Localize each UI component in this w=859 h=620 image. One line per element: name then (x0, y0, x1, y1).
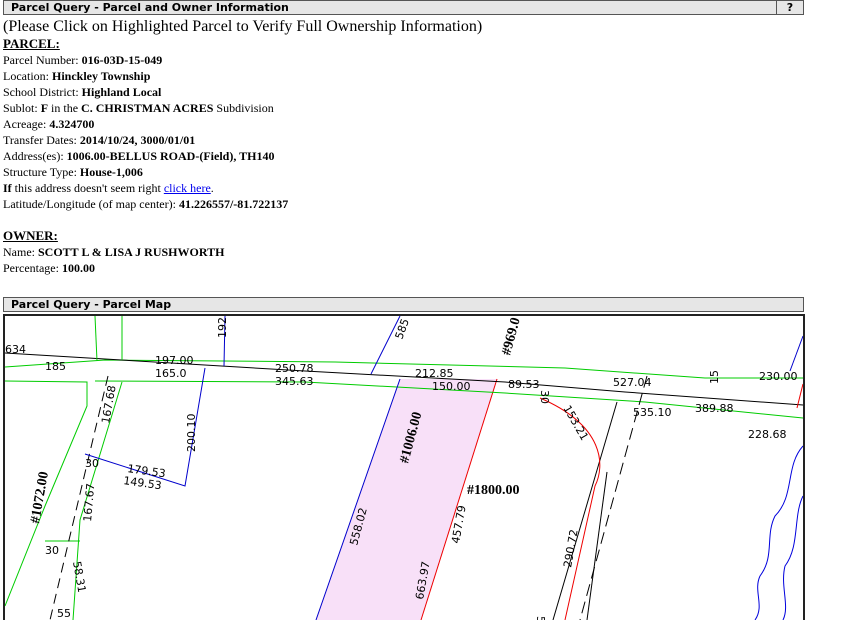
map-label: 200.10 (185, 414, 198, 453)
label: Percentage: (3, 261, 59, 275)
owner-name-value: SCOTT L & LISA J RUSHWORTH (38, 245, 225, 259)
acreage-value: 4.324700 (49, 117, 95, 131)
map-label: 212.85 (415, 367, 454, 380)
map-label: 197.00 (155, 354, 194, 367)
map-label: 150.00 (432, 380, 471, 393)
red-parcel-line (539, 397, 601, 620)
parcel-info-content: (Please Click on Highlighted Parcel to V… (3, 17, 803, 276)
map-label: 165.0 (155, 367, 187, 380)
map-label: 58.31 (70, 560, 88, 593)
transfer-dates-row: Transfer Dates: 2014/10/24, 3000/01/01 (3, 132, 803, 148)
percentage-row: Percentage: 100.00 (3, 260, 803, 276)
map-label: 230.00 (759, 370, 798, 383)
help-button[interactable]: ? (776, 0, 803, 15)
address-label: #1800.00 (467, 483, 520, 498)
sublot-row: Sublot: F in the C. CHRISTMAN ACRES Subd… (3, 100, 803, 116)
location-value: Hinckley Township (51, 69, 151, 83)
parcel-heading: PARCEL: (3, 36, 60, 51)
address-row: Address(es): 1006.00-BELLUS ROAD-(Field)… (3, 148, 803, 164)
subdivision-value: C. CHRISTMAN ACRES (81, 101, 214, 115)
transfer-dates-value: 2014/10/24, 3000/01/01 (79, 133, 196, 147)
school-district-value: Highland Local (81, 85, 162, 99)
school-district-row: School District: Highland Local (3, 84, 803, 100)
instruction-text: (Please Click on Highlighted Parcel to V… (3, 18, 483, 35)
map-label: 192 (216, 317, 229, 338)
parcel-map-canvas[interactable]: 634 185 197.00 165.0 192 250.78 345.63 5… (5, 316, 803, 620)
address-note-if: If (3, 181, 12, 195)
blue-parcel-line (789, 335, 803, 372)
map-label: 89.53 (508, 378, 540, 391)
map-label: 55 (57, 607, 71, 620)
address-note-end: . (210, 181, 214, 195)
map-label: 30 (45, 544, 59, 557)
label: Sublot: (3, 101, 38, 115)
map-label: 527.04 (613, 376, 652, 389)
water-line (782, 495, 803, 620)
latlon-value: 41.226557/-81.722137 (178, 197, 289, 211)
map-label: 30 (85, 457, 99, 470)
owner-heading: OWNER: (3, 228, 58, 243)
address-correction-link[interactable]: click here (164, 181, 211, 195)
address-label: #969.0 (499, 316, 523, 357)
parcel-map[interactable]: 634 185 197.00 165.0 192 250.78 345.63 5… (3, 314, 805, 620)
label: Transfer Dates: (3, 133, 77, 147)
percentage-value: 100.00 (61, 261, 95, 275)
parcel-number: 016-03D-15-049 (81, 53, 163, 67)
sublot-in: in the (51, 101, 79, 115)
subdivision-suffix: Subdivision (216, 101, 274, 115)
label: Parcel Number: (3, 53, 79, 67)
map-label: 167.68 (99, 384, 118, 424)
map-label: 585 (393, 317, 412, 341)
label: Address(es): (3, 149, 64, 163)
road-north-edge (5, 359, 803, 379)
label: Structure Type: (3, 165, 77, 179)
map-label: 535.10 (633, 406, 672, 419)
owner-name-row: Name: SCOTT L & LISA J RUSHWORTH (3, 244, 803, 260)
label: Name: (3, 245, 35, 259)
left-parcel-line-2 (94, 316, 98, 362)
structure-type-row: Structure Type: House-1,006 (3, 164, 803, 180)
latlon-row: Latitude/Longitude (of map center): 41.2… (3, 196, 803, 212)
panel-title: Parcel Query - Parcel and Owner Informat… (11, 1, 289, 14)
label: Location: (3, 69, 49, 83)
address-note-row: If this address doesn't seem right click… (3, 180, 803, 196)
parcel-map-panel-header: Parcel Query - Parcel Map (3, 297, 804, 312)
map-label: 185 (45, 360, 66, 373)
label: School District: (3, 85, 79, 99)
highlighted-parcel[interactable] (316, 379, 497, 620)
map-label: 634 (5, 343, 26, 356)
parcel-info-panel-header: Parcel Query - Parcel and Owner Informat… (3, 0, 804, 15)
parcel-number-row: Parcel Number: 016-03D-15-049 (3, 52, 803, 68)
map-label: 250.78 (275, 362, 314, 375)
panel-title: Parcel Query - Parcel Map (11, 298, 172, 311)
blue-parcel-line (370, 316, 401, 375)
acreage-row: Acreage: 4.324700 (3, 116, 803, 132)
address-note-text: this address doesn't seem right (14, 181, 161, 195)
label: Latitude/Longitude (of map center): (3, 197, 176, 211)
structure-type-value: House-1,006 (79, 165, 143, 179)
map-label: 5 (534, 616, 547, 620)
label: Acreage: (3, 117, 47, 131)
map-label: 30 (538, 390, 551, 404)
map-label: 167.67 (81, 483, 97, 522)
location-row: Location: Hinckley Township (3, 68, 803, 84)
map-label: 345.63 (275, 375, 314, 388)
map-label: 389.88 (695, 402, 734, 415)
map-label: 228.68 (748, 428, 787, 441)
map-label: 15 (708, 370, 721, 384)
map-label: 153.21 (560, 403, 591, 443)
sublot-value: F (40, 101, 49, 115)
address-value: 1006.00-BELLUS ROAD-(Field), TH140 (66, 149, 275, 163)
